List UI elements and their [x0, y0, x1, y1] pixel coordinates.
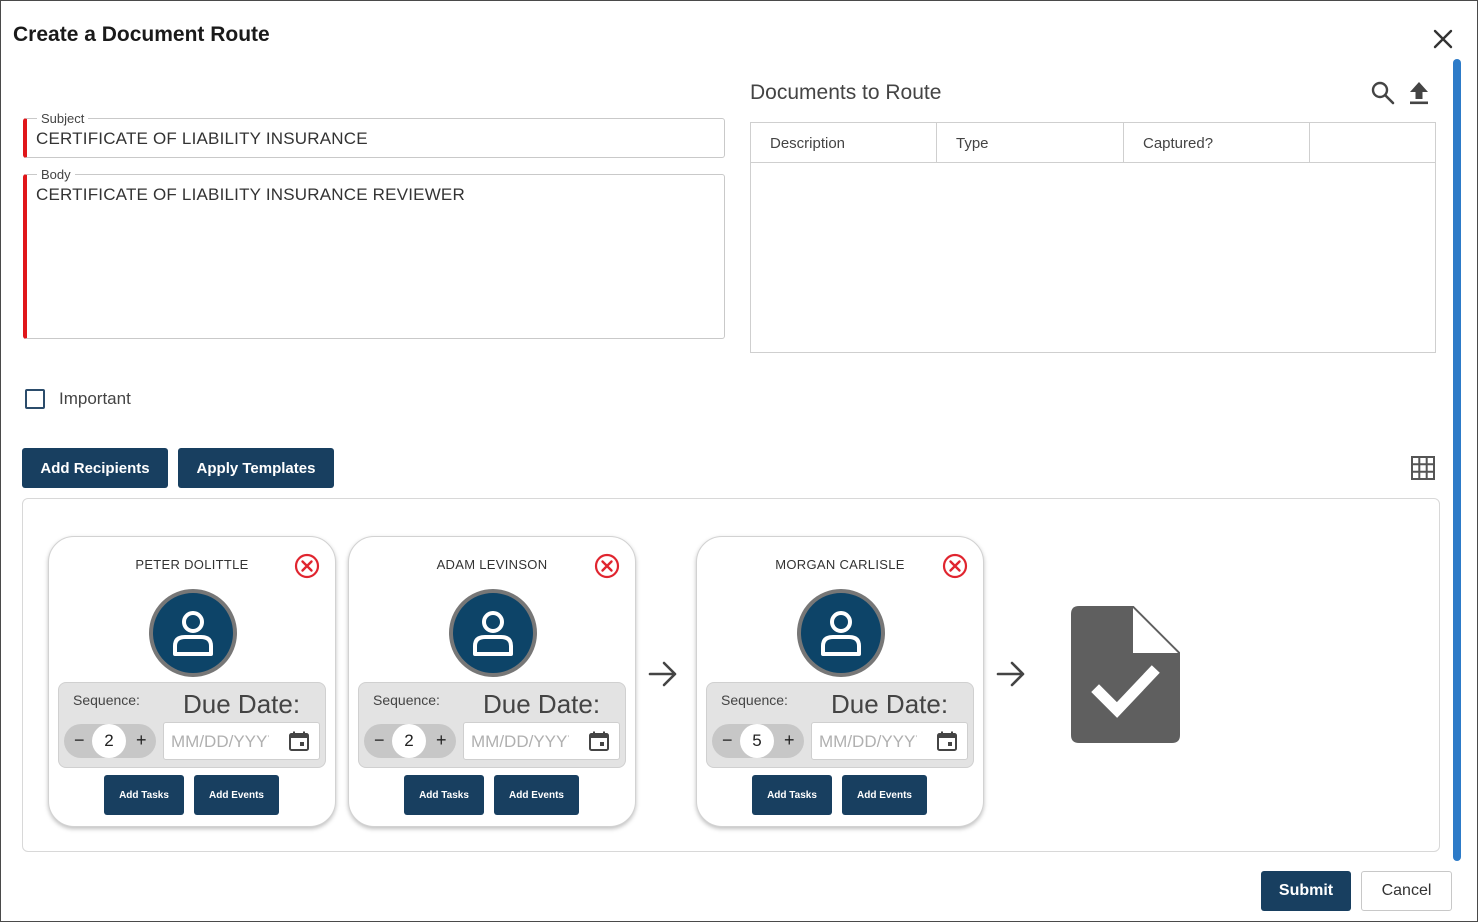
important-checkbox-row[interactable]: Important: [25, 389, 131, 409]
due-date-label: Due Date:: [831, 689, 949, 719]
upload-icon[interactable]: [1407, 80, 1431, 106]
dialog-title: Create a Document Route: [13, 23, 270, 46]
recipient-name: PETER DOLITTLE: [135, 557, 249, 572]
arrow-right-icon: [996, 661, 1025, 687]
sequence-due-panel: Sequence: Due Date: − 5 + MM/DD/YYYY: [706, 682, 974, 768]
body-field[interactable]: Body CERTIFICATE OF LIABILITY INSURANCE …: [23, 167, 725, 339]
due-date-placeholder: MM/DD/YYYY: [171, 732, 269, 751]
user-icon: [821, 611, 861, 656]
due-date-label: Due Date:: [183, 689, 301, 719]
grid-icon[interactable]: [1410, 455, 1436, 481]
column-header-type[interactable]: Type: [937, 123, 1124, 163]
recipient-card: MORGAN CARLISLE Sequence: Due Date: − 5 …: [696, 536, 984, 827]
recipient-name: MORGAN CARLISLE: [775, 557, 905, 572]
submit-button[interactable]: Submit: [1261, 871, 1351, 911]
documents-table: Description Type Captured?: [750, 122, 1436, 353]
column-header-actions: [1310, 123, 1435, 163]
sequence-label: Sequence:: [373, 692, 440, 708]
important-checkbox[interactable]: [25, 389, 45, 409]
remove-circle-icon[interactable]: [594, 553, 620, 579]
body-label: Body: [37, 167, 75, 182]
user-icon: [173, 611, 213, 656]
calendar-icon[interactable]: [936, 730, 958, 752]
due-date-input[interactable]: MM/DD/YYYY: [463, 722, 620, 760]
add-events-button[interactable]: Add Events: [194, 775, 279, 815]
sequence-value[interactable]: 2: [392, 724, 426, 758]
document-check-icon: [1071, 606, 1180, 743]
apply-templates-button[interactable]: Apply Templates: [178, 448, 334, 488]
body-value[interactable]: CERTIFICATE OF LIABILITY INSURANCE REVIE…: [36, 185, 465, 205]
arrow-right-icon: [648, 661, 677, 687]
column-header-captured[interactable]: Captured?: [1124, 123, 1310, 163]
sequence-stepper[interactable]: − 5 +: [712, 724, 804, 758]
sequence-due-panel: Sequence: Due Date: − 2 + MM/DD/YYYY: [58, 682, 326, 768]
close-icon[interactable]: [1429, 25, 1457, 53]
due-date-input[interactable]: MM/DD/YYYY: [811, 722, 968, 760]
decrement-button[interactable]: −: [722, 730, 733, 751]
sequence-label: Sequence:: [721, 692, 788, 708]
subject-value[interactable]: CERTIFICATE OF LIABILITY INSURANCE: [36, 129, 368, 149]
add-tasks-button[interactable]: Add Tasks: [752, 775, 832, 815]
sequence-label: Sequence:: [73, 692, 140, 708]
sequence-due-panel: Sequence: Due Date: − 2 + MM/DD/YYYY: [358, 682, 626, 768]
documents-title: Documents to Route: [750, 81, 942, 104]
avatar: [449, 589, 537, 677]
search-icon[interactable]: [1370, 80, 1396, 106]
scrollbar-thumb[interactable]: [1453, 59, 1461, 861]
important-label: Important: [59, 389, 131, 408]
sequence-value[interactable]: 2: [92, 724, 126, 758]
sequence-stepper[interactable]: − 2 +: [364, 724, 456, 758]
due-date-input[interactable]: MM/DD/YYYY: [163, 722, 320, 760]
create-route-dialog: Create a Document Route Subject CERTIFIC…: [0, 0, 1478, 922]
increment-button[interactable]: +: [784, 730, 795, 751]
sequence-stepper[interactable]: − 2 +: [64, 724, 156, 758]
add-events-button[interactable]: Add Events: [494, 775, 579, 815]
remove-circle-icon[interactable]: [942, 553, 968, 579]
remove-circle-icon[interactable]: [294, 553, 320, 579]
subject-label: Subject: [37, 111, 89, 126]
vertical-scrollbar[interactable]: [1451, 59, 1463, 861]
decrement-button[interactable]: −: [74, 730, 85, 751]
add-tasks-button[interactable]: Add Tasks: [104, 775, 184, 815]
due-date-placeholder: MM/DD/YYYY: [819, 732, 917, 751]
recipient-card: PETER DOLITTLE Sequence: Due Date: − 2 +…: [48, 536, 336, 827]
due-date-label: Due Date:: [483, 689, 601, 719]
increment-button[interactable]: +: [136, 730, 147, 751]
calendar-icon[interactable]: [288, 730, 310, 752]
due-date-placeholder: MM/DD/YYYY: [471, 732, 569, 751]
user-icon: [473, 611, 513, 656]
sequence-value[interactable]: 5: [740, 724, 774, 758]
increment-button[interactable]: +: [436, 730, 447, 751]
column-header-description[interactable]: Description: [751, 123, 937, 163]
recipient-name: ADAM LEVINSON: [436, 557, 548, 572]
avatar: [149, 589, 237, 677]
subject-field[interactable]: Subject CERTIFICATE OF LIABILITY INSURAN…: [23, 111, 725, 158]
add-events-button[interactable]: Add Events: [842, 775, 927, 815]
calendar-icon[interactable]: [588, 730, 610, 752]
add-tasks-button[interactable]: Add Tasks: [404, 775, 484, 815]
avatar: [797, 589, 885, 677]
documents-table-header: Description Type Captured?: [751, 123, 1435, 163]
cancel-button[interactable]: Cancel: [1361, 871, 1452, 911]
decrement-button[interactable]: −: [374, 730, 385, 751]
add-recipients-button[interactable]: Add Recipients: [22, 448, 168, 488]
recipient-card: ADAM LEVINSON Sequence: Due Date: − 2 + …: [348, 536, 636, 827]
